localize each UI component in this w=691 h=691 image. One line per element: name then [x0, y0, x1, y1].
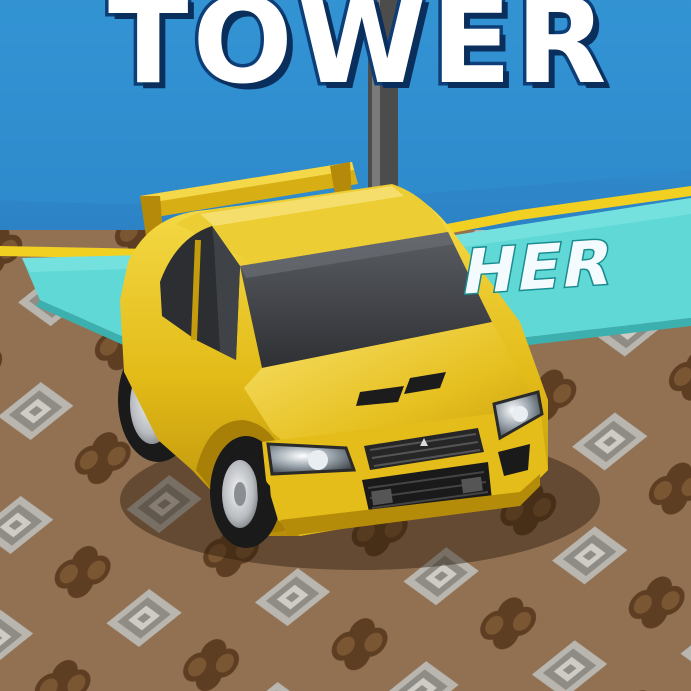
- game-scene: TOWER HER: [0, 0, 691, 691]
- banner-text: HER: [455, 224, 621, 310]
- tower-sign-text: TOWER: [104, 0, 611, 114]
